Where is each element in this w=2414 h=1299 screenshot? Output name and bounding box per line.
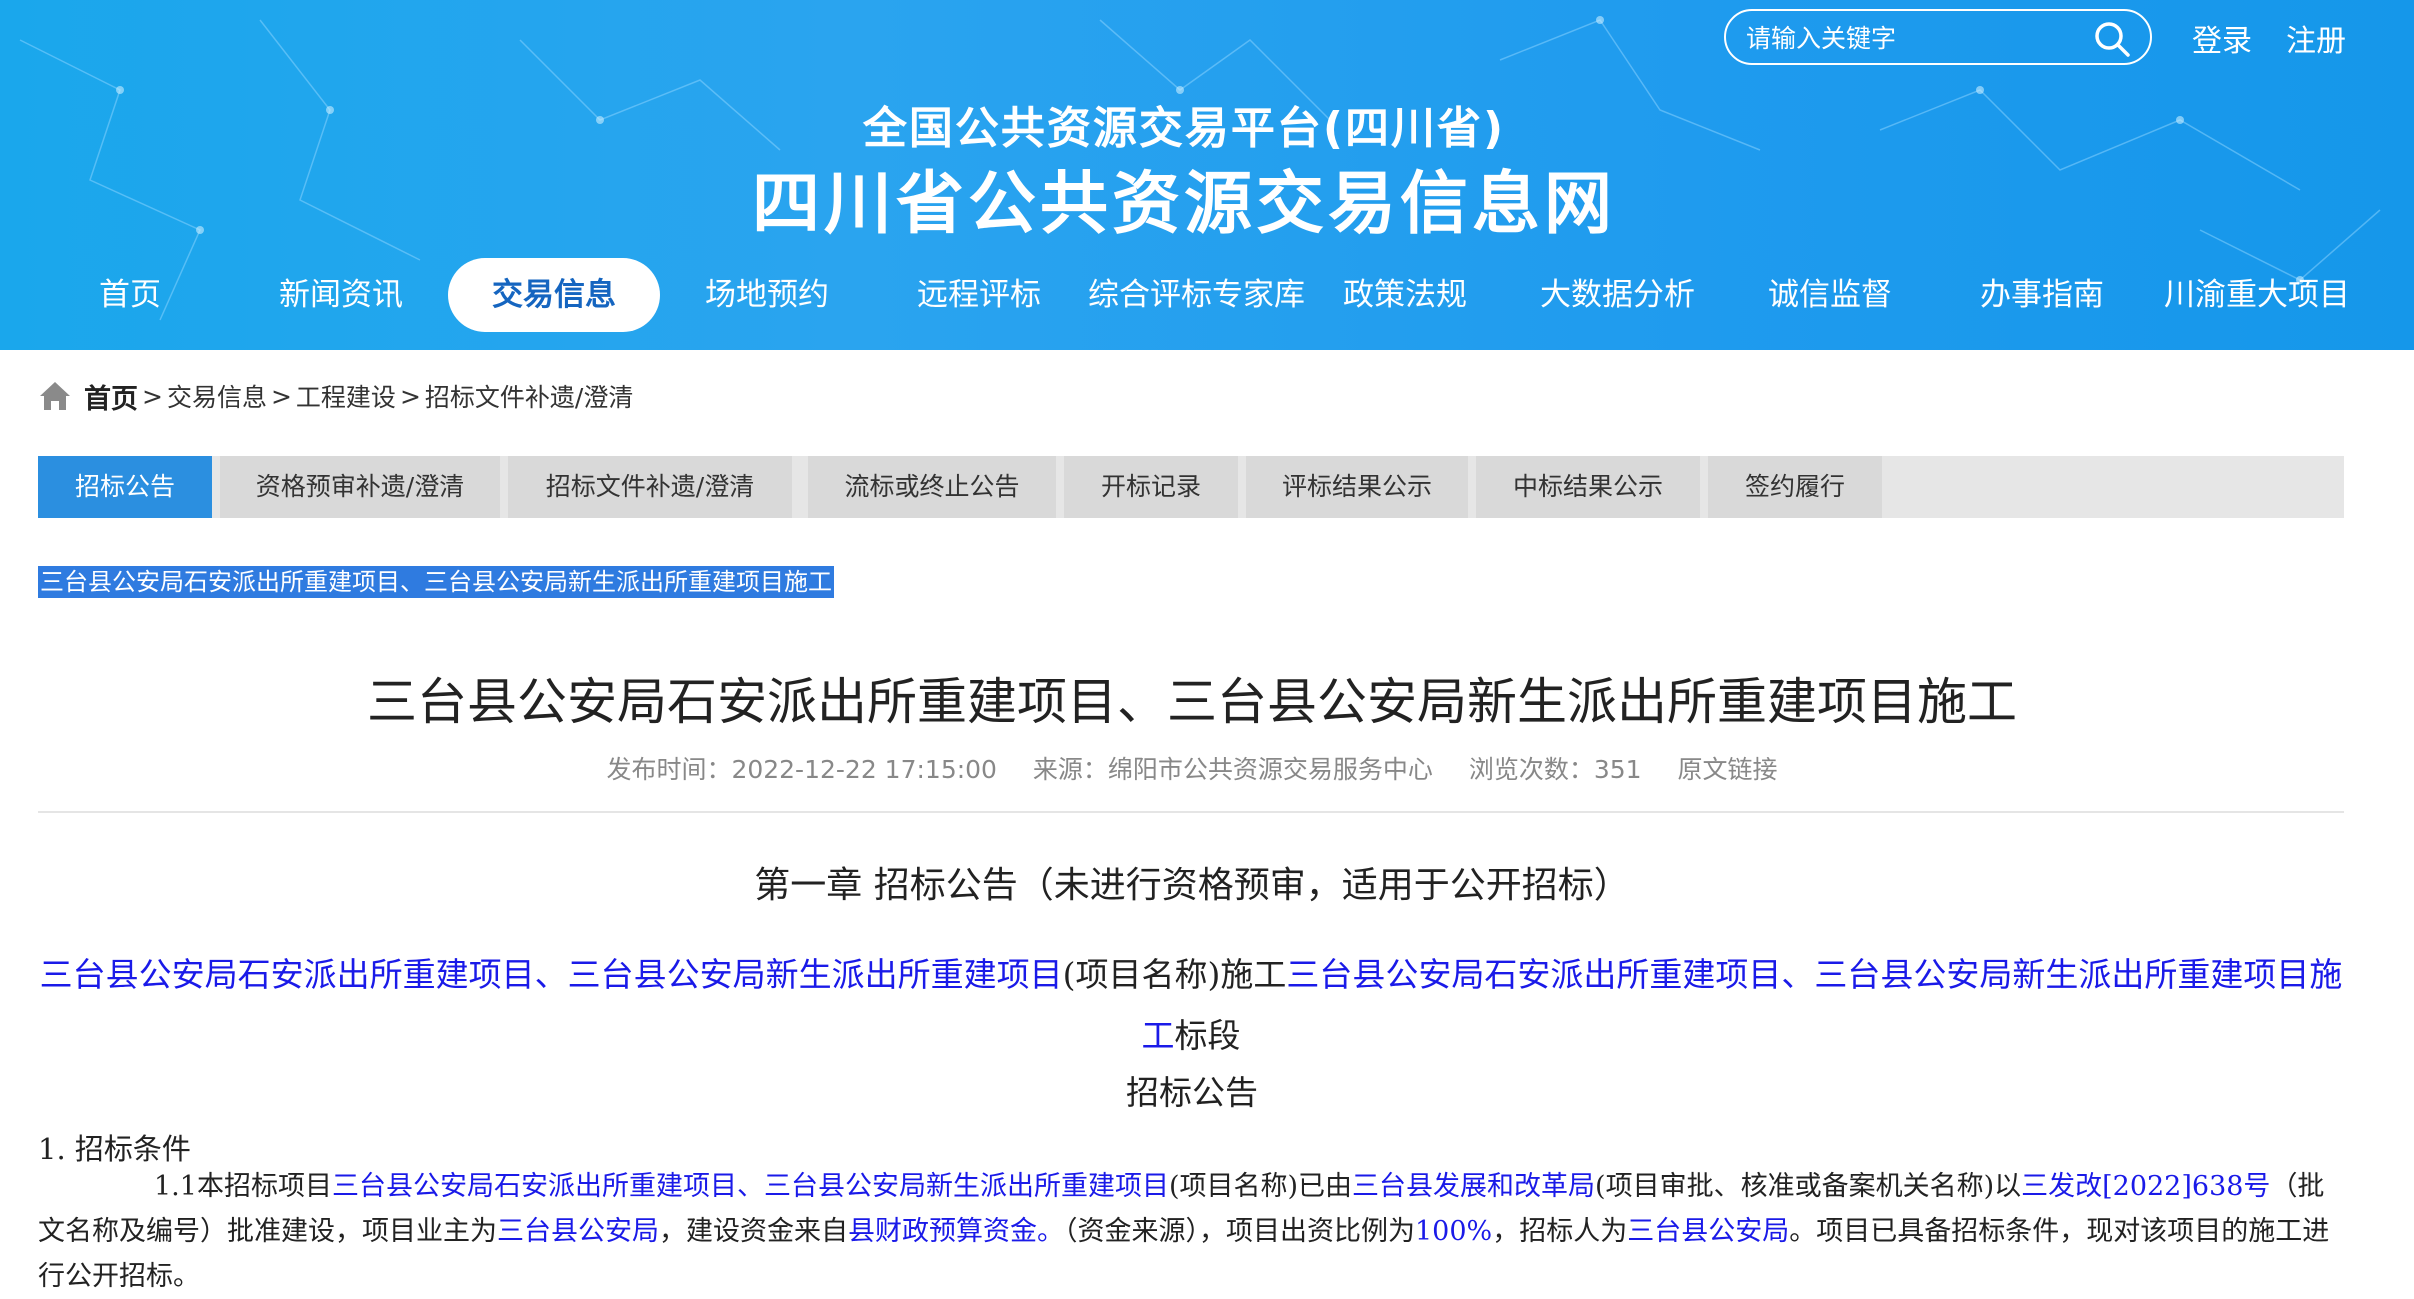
search-box[interactable]: [1724, 9, 2152, 65]
register-link[interactable]: 注册: [2286, 16, 2346, 60]
para-tenderer: 三台县公安局: [1627, 1216, 1790, 1247]
para-fund-source: 县财政预算资金。: [848, 1216, 1064, 1247]
notice-type-tabs: 招标公告 资格预审补遗/澄清 招标文件补遗/澄清 流标或终止公告 开标记录 评标…: [38, 456, 2344, 518]
tab-bid-opening[interactable]: 开标记录: [1064, 456, 1238, 518]
para-text: (项目名称)已由: [1168, 1171, 1353, 1202]
platform-subtitle: 全国公共资源交易平台(四川省): [0, 92, 2414, 156]
nav-item-trade-info[interactable]: 交易信息: [448, 258, 660, 332]
platform-subtitle-text: 全国公共资源交易平台(四川省): [862, 103, 1506, 154]
header-banner: 登录 注册 全国公共资源交易平台(四川省) 四川省公共资源交易信息网 首页 新闻…: [0, 0, 2414, 350]
original-link[interactable]: 原文链接: [1678, 755, 1778, 784]
nav-item-policies[interactable]: 政策法规: [1334, 258, 1476, 332]
home-icon: [40, 382, 70, 410]
nav-item-guide[interactable]: 办事指南: [1980, 258, 2104, 332]
para-text: ，建设资金来自: [659, 1216, 848, 1247]
divider: [38, 811, 2344, 813]
breadcrumb: 首页 > 交易信息 > 工程建设 > 招标文件补遗/澄清: [38, 376, 633, 416]
chapter-heading: 第一章 招标公告（未进行资格预审，适用于公开招标）: [754, 865, 1630, 906]
para-project-name: 三台县公安局石安派出所重建项目、三台县公安局新生派出所重建项目: [331, 1171, 1169, 1202]
breadcrumb-construction[interactable]: 工程建设: [296, 378, 396, 414]
nav-item-news[interactable]: 新闻资讯: [270, 258, 412, 332]
tab-prequal-addendum[interactable]: 资格预审补遗/澄清: [220, 456, 500, 518]
article-source: 来源：绵阳市公共资源交易服务中心: [1032, 755, 1433, 784]
para-approval-number: 三发改[2022]638号: [2021, 1171, 2271, 1202]
login-link[interactable]: 登录: [2192, 16, 2252, 60]
project-name-label: (项目名称)施工: [1062, 955, 1287, 994]
nav-item-expert-pool[interactable]: 综合评标专家库: [1088, 258, 1305, 332]
breadcrumb-current[interactable]: 招标文件补遗/澄清: [425, 378, 633, 414]
search-input[interactable]: [1744, 17, 2078, 59]
view-count: 浏览次数：351: [1468, 755, 1642, 784]
para-text: （资金来源），项目出资比例为: [1064, 1216, 1415, 1247]
site-title-text: 四川省公共资源交易信息网: [751, 165, 1616, 244]
publish-time: 发布时间：2022-12-22 17:15:00: [606, 755, 997, 784]
section-heading: 1. 招标条件: [38, 1132, 191, 1166]
para-fund-ratio: 100%: [1415, 1216, 1493, 1247]
para-text: ，招标人为: [1492, 1216, 1628, 1247]
project-name-line: 三台县公安局石安派出所重建项目、三台县公安局新生派出所重建项目(项目名称)施工三…: [38, 944, 2344, 1066]
tab-evaluation-result[interactable]: 评标结果公示: [1246, 456, 1468, 518]
main-nav: 首页 新闻资讯 交易信息 场地预约 远程评标 综合评标专家库 政策法规 大数据分…: [0, 258, 2414, 334]
tender-conditions-paragraph: 1.1本招标项目三台县公安局石安派出所重建项目、三台县公安局新生派出所重建项目(…: [38, 1164, 2344, 1299]
tab-tender-doc-addendum[interactable]: 招标文件补遗/澄清: [508, 456, 792, 518]
para-text: (项目审批、核准或备案机关名称)以: [1595, 1171, 2022, 1202]
breadcrumb-home[interactable]: 首页: [84, 377, 138, 416]
search-icon[interactable]: [2092, 19, 2132, 59]
tab-award-result[interactable]: 中标结果公示: [1476, 456, 1700, 518]
nav-item-credit-supervision[interactable]: 诚信监督: [1768, 258, 1892, 332]
breadcrumb-separator: >: [270, 381, 292, 411]
nav-item-chuanyu-projects[interactable]: 川渝重大项目: [2164, 258, 2350, 332]
article-meta: 发布时间：2022-12-22 17:15:00 来源：绵阳市公共资源交易服务中…: [0, 750, 2384, 786]
para-approval-authority: 三台县发展和改革局: [1352, 1171, 1596, 1202]
nav-item-big-data[interactable]: 大数据分析: [1540, 258, 1695, 332]
section-label: 标段: [1174, 1016, 1241, 1055]
breadcrumb-trade-info[interactable]: 交易信息: [167, 378, 267, 414]
tab-tender-notice[interactable]: 招标公告: [38, 456, 212, 518]
tab-failed-tender[interactable]: 流标或终止公告: [808, 456, 1056, 518]
site-title: 四川省公共资源交易信息网: [0, 148, 2414, 247]
project-name: 三台县公安局石安派出所重建项目、三台县公安局新生派出所重建项目: [39, 955, 1063, 994]
para-owner: 三台县公安局: [497, 1216, 659, 1247]
nav-item-venue-booking[interactable]: 场地预约: [696, 258, 838, 332]
nav-item-home[interactable]: 首页: [88, 258, 172, 332]
tab-contract-performance[interactable]: 签约履行: [1708, 456, 1882, 518]
article-title: 三台县公安局石安派出所重建项目、三台县公安局新生派出所重建项目施工: [367, 673, 2017, 731]
selected-title-text[interactable]: 三台县公安局石安派出所重建项目、三台县公安局新生派出所重建项目施工: [38, 566, 834, 598]
breadcrumb-separator: >: [399, 381, 421, 411]
breadcrumb-separator: >: [142, 381, 163, 411]
project-section-name: 三台县公安局石安派出所重建项目、三台县公安局新生派出所重建项目施工: [1141, 955, 2343, 1055]
notice-heading: 招标公告: [1126, 1073, 1258, 1112]
nav-item-remote-evaluation[interactable]: 远程评标: [908, 258, 1050, 332]
para-text: 1.1本招标项目: [154, 1171, 332, 1202]
